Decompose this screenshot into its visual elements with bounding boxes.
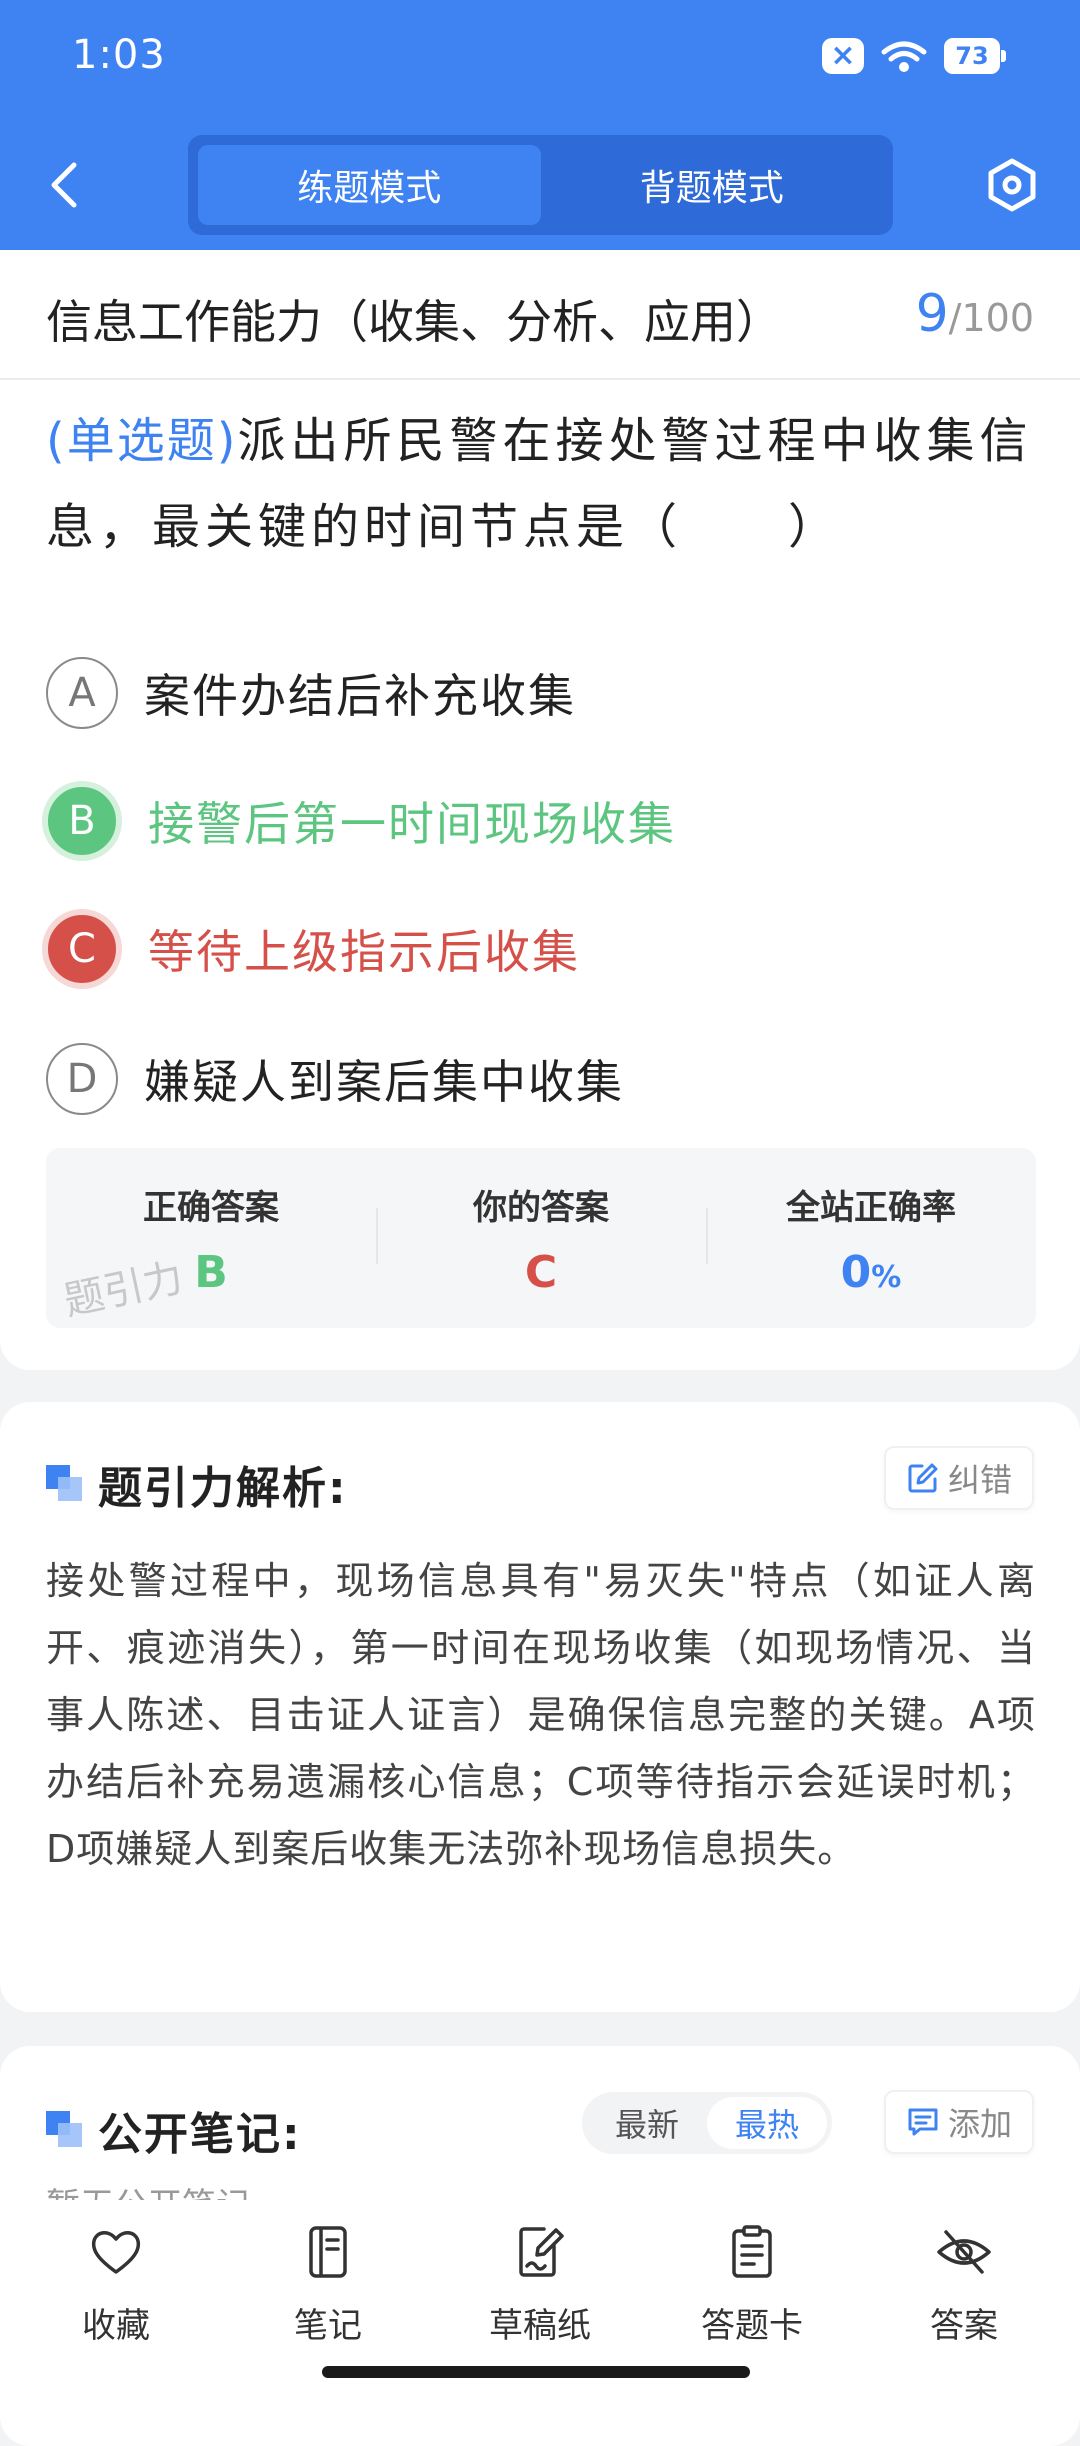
section-square-icon xyxy=(46,1465,84,1503)
answer-card-label: 答题卡 xyxy=(701,2306,803,2346)
category-row: 信息工作能力（收集、分析、应用） 9/100 xyxy=(0,250,1080,380)
show-answer-button[interactable]: 答案 xyxy=(858,2200,1070,2400)
option-d[interactable]: D 嫌疑人到案后集中收集 xyxy=(46,1042,624,1116)
sort-latest[interactable]: 最新 xyxy=(587,2097,707,2149)
analysis-text: 接处警过程中，现场信息具有"易灭失"特点（如证人离开、痕迹消失），第一时间在现场… xyxy=(46,1559,1036,1871)
settings-hexagon-icon[interactable] xyxy=(982,155,1042,215)
top-header: 1:03 × 73 练题模式 背题模式 xyxy=(0,0,1080,250)
draft-paper-label: 草稿纸 xyxy=(489,2306,591,2346)
option-letter: B xyxy=(42,781,122,861)
add-note-label: 添加 xyxy=(947,2105,1012,2143)
notes-header: 公开笔记: xyxy=(46,2098,302,2162)
draft-paper-icon xyxy=(519,2227,564,2277)
notes-title: 公开笔记: xyxy=(98,2109,302,2160)
section-square-icon xyxy=(46,2111,84,2149)
home-indicator[interactable] xyxy=(322,2366,750,2378)
option-letter: D xyxy=(46,1043,118,1115)
option-text: 案件办结后补充收集 xyxy=(144,669,576,723)
current-question-number: 9 xyxy=(915,284,949,344)
option-a[interactable]: A 案件办结后补充收集 xyxy=(46,656,576,730)
tab-practice-mode[interactable]: 练题模式 xyxy=(198,145,541,225)
sort-hot[interactable]: 最热 xyxy=(707,2097,827,2149)
category-title: 信息工作能力（收集、分析、应用） xyxy=(46,295,782,349)
accuracy-rate-col: 全站正确率 0% xyxy=(706,1148,1036,1328)
answer-summary: 正确答案 B 题引力 你的答案 C 全站正确率 0% xyxy=(46,1148,1036,1328)
status-icons: × 73 xyxy=(822,38,1006,74)
edit-icon xyxy=(908,1463,938,1493)
analysis-title: 题引力解析: xyxy=(98,1463,348,1514)
eye-off-icon xyxy=(937,2230,991,2274)
heart-icon xyxy=(91,2231,141,2274)
mode-switch: 练题模式 背题模式 xyxy=(188,135,893,235)
answer-card-icon xyxy=(732,2225,772,2278)
notes-label: 笔记 xyxy=(294,2306,362,2346)
correct-answer-label: 正确答案 xyxy=(143,1188,279,1228)
option-b[interactable]: B 接警后第一时间现场收集 xyxy=(42,781,676,861)
option-text: 接警后第一时间现场收集 xyxy=(148,797,676,851)
tab-memorize-mode[interactable]: 背题模式 xyxy=(541,145,884,225)
report-error-button[interactable]: 纠错 xyxy=(883,1446,1034,1510)
accuracy-rate-unit: % xyxy=(871,1260,902,1295)
accuracy-rate-number: 0 xyxy=(840,1247,872,1298)
status-time: 1:03 xyxy=(72,32,166,78)
notes-sort-switch: 最新 最热 xyxy=(582,2092,832,2154)
favorite-button[interactable]: 收藏 xyxy=(10,2200,222,2400)
analysis-card: 题引力解析: 纠错 接处警过程中，现场信息具有"易灭失"特点（如证人离开、痕迹消… xyxy=(0,1402,1080,2012)
your-answer-col: 你的答案 C xyxy=(376,1148,706,1328)
accuracy-rate-label: 全站正确率 xyxy=(786,1188,956,1228)
option-letter: A xyxy=(46,657,118,729)
analysis-header: 题引力解析: xyxy=(46,1452,348,1516)
back-arrow-icon[interactable] xyxy=(40,155,90,215)
show-answer-label: 答案 xyxy=(930,2306,998,2346)
option-letter: C xyxy=(42,909,122,989)
question-stem: (单选题)派出所民警在接处警过程中收集信息，最关键的时间节点是（ ） xyxy=(46,398,1036,570)
wifi-icon xyxy=(881,41,927,72)
add-note-button[interactable]: 添加 xyxy=(883,2090,1034,2154)
total-questions: /100 xyxy=(948,296,1034,340)
option-text: 嫌疑人到案后集中收集 xyxy=(144,1055,624,1109)
favorite-label: 收藏 xyxy=(82,2306,150,2346)
correct-answer-col: 正确答案 B 题引力 xyxy=(46,1148,376,1328)
notebook-icon xyxy=(309,2226,347,2278)
option-text: 等待上级指示后收集 xyxy=(148,925,580,979)
your-answer-value: C xyxy=(524,1247,558,1298)
accuracy-rate-value: 0% xyxy=(706,1247,1036,1298)
comment-icon xyxy=(908,2108,938,2136)
question-type-label: (单选题) xyxy=(46,413,238,469)
battery-indicator: 73 xyxy=(944,38,1006,74)
no-sim-icon: × xyxy=(822,38,864,74)
question-progress[interactable]: 9/100 xyxy=(916,284,1034,344)
question-card: 信息工作能力（收集、分析、应用） 9/100 (单选题)派出所民警在接处警过程中… xyxy=(0,250,1080,1370)
option-c[interactable]: C 等待上级指示后收集 xyxy=(42,909,580,989)
report-error-label: 纠错 xyxy=(947,1461,1012,1499)
your-answer-label: 你的答案 xyxy=(473,1188,609,1228)
